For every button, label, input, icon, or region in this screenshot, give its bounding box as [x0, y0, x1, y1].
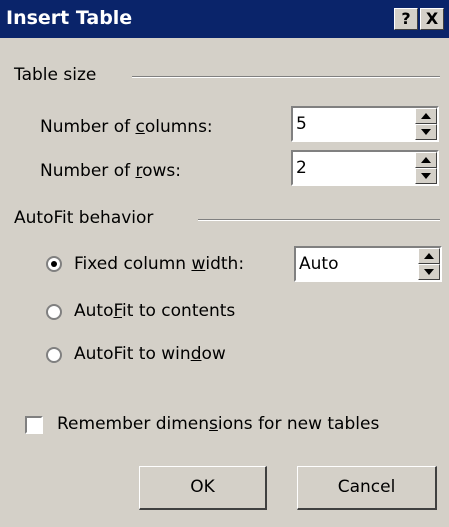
spin-down-icon [421, 129, 431, 135]
columns-spin-buttons [415, 108, 437, 140]
close-button[interactable]: X [420, 8, 444, 30]
help-button[interactable]: ? [394, 8, 418, 30]
rows-input[interactable]: 2 [296, 158, 307, 178]
columns-input[interactable]: 5 [296, 114, 307, 134]
autofit-divider [198, 219, 440, 221]
rows-spinner[interactable]: 2 [291, 150, 439, 186]
spin-down-icon [421, 173, 431, 179]
cancel-button[interactable]: Cancel [297, 466, 437, 510]
autofit-window-radio[interactable] [46, 347, 62, 363]
spin-up-icon [421, 157, 431, 163]
window-title: Insert Table [6, 7, 133, 29]
fixed-width-input[interactable]: Auto [299, 254, 338, 274]
close-icon: X [425, 9, 439, 28]
autofit-group-label: AutoFit behavior [14, 208, 154, 228]
table-size-divider [132, 76, 440, 78]
fixed-width-spin-up-button[interactable] [418, 248, 440, 264]
table-size-group-label: Table size [14, 65, 97, 85]
rows-spin-down-button[interactable] [415, 168, 437, 184]
insert-table-dialog: Insert Table ? X Table size Number of co… [0, 0, 449, 527]
fixed-width-spin-buttons [418, 248, 440, 280]
autofit-window-label[interactable]: AutoFit to window [74, 344, 226, 364]
fixed-width-spinner[interactable]: Auto [294, 246, 442, 282]
radio-selected-dot [51, 261, 57, 267]
fixed-column-width-radio[interactable] [46, 256, 62, 272]
spin-down-icon [424, 269, 434, 275]
help-icon: ? [401, 9, 411, 28]
columns-spin-up-button[interactable] [415, 108, 437, 124]
columns-spinner[interactable]: 5 [291, 106, 439, 142]
remember-dimensions-checkbox[interactable] [25, 416, 43, 434]
fixed-width-spin-down-button[interactable] [418, 264, 440, 280]
autofit-contents-label[interactable]: AutoFit to contents [74, 301, 235, 321]
autofit-contents-radio[interactable] [46, 304, 62, 320]
columns-label: Number of columns: [40, 117, 213, 137]
rows-spin-up-button[interactable] [415, 152, 437, 168]
remember-dimensions-label[interactable]: Remember dimensions for new tables [57, 414, 379, 434]
rows-spin-buttons [415, 152, 437, 184]
spin-up-icon [424, 253, 434, 259]
fixed-column-width-label[interactable]: Fixed column width: [74, 254, 244, 274]
spin-up-icon [421, 113, 431, 119]
columns-spin-down-button[interactable] [415, 124, 437, 140]
title-bar[interactable]: Insert Table ? X [0, 0, 449, 38]
ok-button[interactable]: OK [139, 466, 267, 510]
rows-label: Number of rows: [40, 161, 181, 181]
